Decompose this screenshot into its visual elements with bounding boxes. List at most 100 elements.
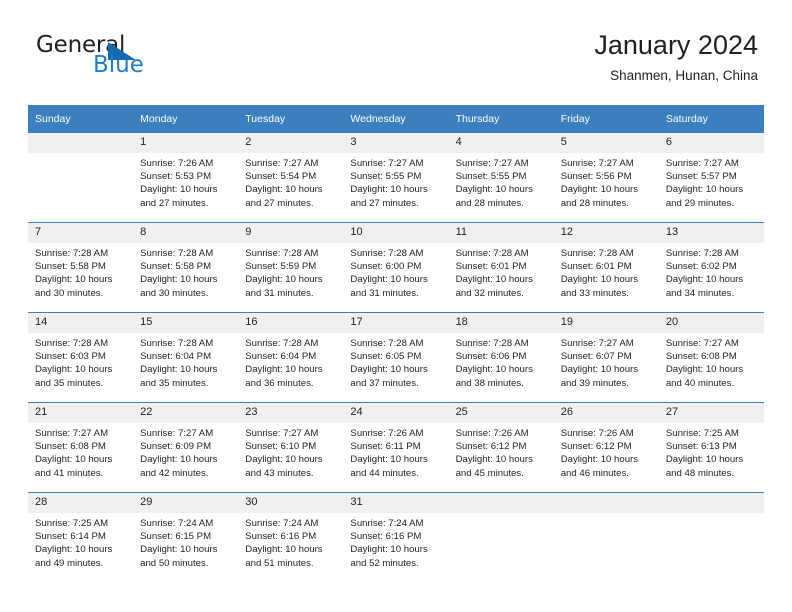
calendar-day-cell[interactable]: 4 Sunrise: 7:27 AM Sunset: 5:55 PM Daylight… xyxy=(448,133,554,223)
daylight-text: Daylight: 10 hours and 41 minutes. xyxy=(35,454,113,479)
sunrise-text: Sunrise: 7:28 AM xyxy=(245,248,319,259)
day-sun-info: Sunrise: 7:27 AM Sunset: 6:07 PM Daylight:… xyxy=(554,333,659,390)
day-sun-info: Sunrise: 7:27 AM Sunset: 6:09 PM Daylight:… xyxy=(133,423,238,480)
daylight-text: Daylight: 10 hours and 37 minutes. xyxy=(350,364,428,389)
calendar-day-cell[interactable]: 16 Sunrise: 7:28 AM Sunset: 6:04 PM Dayligh… xyxy=(238,312,344,403)
day-number: 21 xyxy=(28,403,134,423)
day-cell-inner xyxy=(28,133,134,222)
day-number: 12 xyxy=(553,223,659,243)
day-sun-info: Sunrise: 7:28 AM Sunset: 6:01 PM Daylight:… xyxy=(554,243,659,300)
weekday-header-tuesday: Tuesday xyxy=(238,105,344,133)
calendar-day-cell[interactable]: 30 Sunrise: 7:24 AM Sunset: 6:16 PM Dayligh… xyxy=(238,492,344,582)
sunrise-text: Sunrise: 7:26 AM xyxy=(140,158,214,169)
calendar-day-cell[interactable]: 1 Sunrise: 7:26 AM Sunset: 5:53 PM Daylight… xyxy=(133,133,239,223)
day-sun-info: Sunrise: 7:27 AM Sunset: 6:08 PM Daylight:… xyxy=(28,423,133,480)
day-number: 6 xyxy=(658,133,764,153)
sunrise-text: Sunrise: 7:27 AM xyxy=(245,158,319,169)
day-sun-info xyxy=(28,153,133,157)
calendar-day-cell[interactable]: 9 Sunrise: 7:28 AM Sunset: 5:59 PM Daylight… xyxy=(238,222,344,313)
sunset-text: Sunset: 6:16 PM xyxy=(245,531,317,543)
sunset-text: Sunset: 6:12 PM xyxy=(560,441,632,453)
weekday-header-monday: Monday xyxy=(133,105,239,133)
calendar-day-cell[interactable]: 19 Sunrise: 7:27 AM Sunset: 6:07 PM Dayligh… xyxy=(553,312,659,403)
day-number: 22 xyxy=(133,403,239,423)
day-cell-inner: 15 Sunrise: 7:28 AM Sunset: 6:04 PM Dayligh… xyxy=(133,313,239,402)
sunrise-text: Sunrise: 7:27 AM xyxy=(455,158,529,169)
calendar-day-cell[interactable]: 8 Sunrise: 7:28 AM Sunset: 5:58 PM Daylight… xyxy=(133,222,239,313)
day-number: 14 xyxy=(28,313,134,333)
sunset-text: Sunset: 6:00 PM xyxy=(350,261,422,273)
calendar-day-cell[interactable]: 18 Sunrise: 7:28 AM Sunset: 6:06 PM Dayligh… xyxy=(448,312,554,403)
sunrise-text: Sunrise: 7:28 AM xyxy=(350,338,424,349)
sunrise-text: Sunrise: 7:24 AM xyxy=(140,518,214,529)
day-number: 8 xyxy=(133,223,239,243)
day-cell-inner: 1 Sunrise: 7:26 AM Sunset: 5:53 PM Daylight… xyxy=(133,133,239,222)
calendar-day-cell[interactable]: 31 Sunrise: 7:24 AM Sunset: 6:16 PM Dayligh… xyxy=(343,492,449,582)
calendar-day-cell[interactable]: 28 Sunrise: 7:25 AM Sunset: 6:14 PM Dayligh… xyxy=(28,492,134,582)
sunset-text: Sunset: 6:10 PM xyxy=(245,441,317,453)
day-cell-inner: 30 Sunrise: 7:24 AM Sunset: 6:16 PM Dayligh… xyxy=(238,493,344,582)
sunrise-text: Sunrise: 7:26 AM xyxy=(455,428,529,439)
calendar-day-cell[interactable]: 10 Sunrise: 7:28 AM Sunset: 6:00 PM Dayligh… xyxy=(343,222,449,313)
sunset-text: Sunset: 5:58 PM xyxy=(35,261,106,273)
calendar-day-cell[interactable]: 3 Sunrise: 7:27 AM Sunset: 5:55 PM Daylight… xyxy=(343,133,449,223)
calendar-day-cell[interactable]: 2 Sunrise: 7:27 AM Sunset: 5:54 PM Daylight… xyxy=(238,133,344,223)
calendar-day-cell[interactable]: 7 Sunrise: 7:28 AM Sunset: 5:58 PM Daylight… xyxy=(28,222,134,313)
calendar-day-cell[interactable]: 20 Sunrise: 7:27 AM Sunset: 6:08 PM Dayligh… xyxy=(658,312,764,403)
day-number: 5 xyxy=(553,133,659,153)
weekday-header-saturday: Saturday xyxy=(658,105,764,133)
daylight-text: Daylight: 10 hours and 39 minutes. xyxy=(560,364,639,389)
calendar-day-cell[interactable]: 5 Sunrise: 7:27 AM Sunset: 5:56 PM Daylight… xyxy=(553,133,659,223)
calendar-body: 1 Sunrise: 7:26 AM Sunset: 5:53 PM Daylight… xyxy=(28,133,764,582)
calendar-day-cell[interactable]: 27 Sunrise: 7:25 AM Sunset: 6:13 PM Dayligh… xyxy=(658,402,764,493)
day-sun-info: Sunrise: 7:26 AM Sunset: 5:53 PM Daylight:… xyxy=(133,153,238,210)
calendar-week-row: 21 Sunrise: 7:27 AM Sunset: 6:08 PM Dayligh… xyxy=(28,402,764,493)
calendar-day-cell[interactable]: 12 Sunrise: 7:28 AM Sunset: 6:01 PM Dayligh… xyxy=(553,222,659,313)
daylight-text: Daylight: 10 hours and 36 minutes. xyxy=(245,364,323,389)
day-sun-info: Sunrise: 7:27 AM Sunset: 5:57 PM Daylight:… xyxy=(659,153,764,210)
sunset-text: Sunset: 6:04 PM xyxy=(245,351,317,363)
weekday-header-wednesday: Wednesday xyxy=(343,105,449,133)
day-cell-inner: 23 Sunrise: 7:27 AM Sunset: 6:10 PM Dayligh… xyxy=(238,403,344,492)
calendar-day-cell[interactable]: 6 Sunrise: 7:27 AM Sunset: 5:57 PM Daylight… xyxy=(658,133,764,223)
daylight-text: Daylight: 10 hours and 29 minutes. xyxy=(665,184,744,209)
sunrise-text: Sunrise: 7:24 AM xyxy=(350,518,424,529)
sunset-text: Sunset: 6:01 PM xyxy=(455,261,527,273)
sunrise-text: Sunrise: 7:27 AM xyxy=(560,158,634,169)
calendar-day-cell[interactable]: 26 Sunrise: 7:26 AM Sunset: 6:12 PM Dayligh… xyxy=(553,402,659,493)
calendar-day-cell[interactable]: 14 Sunrise: 7:28 AM Sunset: 6:03 PM Dayligh… xyxy=(28,312,134,403)
day-cell-inner: 12 Sunrise: 7:28 AM Sunset: 6:01 PM Dayligh… xyxy=(553,223,659,312)
day-sun-info: Sunrise: 7:28 AM Sunset: 5:59 PM Daylight:… xyxy=(238,243,343,300)
sunset-text: Sunset: 5:58 PM xyxy=(140,261,212,273)
daylight-text: Daylight: 10 hours and 27 minutes. xyxy=(140,184,218,209)
sunrise-text: Sunrise: 7:26 AM xyxy=(560,428,634,439)
sunrise-text: Sunrise: 7:25 AM xyxy=(665,428,739,439)
sunrise-text: Sunrise: 7:27 AM xyxy=(350,158,424,169)
calendar-day-cell[interactable]: 29 Sunrise: 7:24 AM Sunset: 6:15 PM Dayligh… xyxy=(133,492,239,582)
day-number: 19 xyxy=(553,313,659,333)
day-cell-inner: 22 Sunrise: 7:27 AM Sunset: 6:09 PM Dayligh… xyxy=(133,403,239,492)
sunrise-text: Sunrise: 7:27 AM xyxy=(35,428,109,439)
calendar-day-cell[interactable]: 25 Sunrise: 7:26 AM Sunset: 6:12 PM Dayligh… xyxy=(448,402,554,493)
calendar-day-cell[interactable]: 22 Sunrise: 7:27 AM Sunset: 6:09 PM Dayligh… xyxy=(133,402,239,493)
daylight-text: Daylight: 10 hours and 34 minutes. xyxy=(665,274,744,299)
calendar-day-cell[interactable]: 24 Sunrise: 7:26 AM Sunset: 6:11 PM Dayligh… xyxy=(343,402,449,493)
general-blue-logo[interactable]: General Blue xyxy=(36,32,246,88)
calendar-day-cell[interactable]: 23 Sunrise: 7:27 AM Sunset: 6:10 PM Dayligh… xyxy=(238,402,344,493)
daylight-text: Daylight: 10 hours and 32 minutes. xyxy=(455,274,533,299)
daylight-text: Daylight: 10 hours and 52 minutes. xyxy=(350,544,428,569)
calendar-day-cell[interactable]: 11 Sunrise: 7:28 AM Sunset: 6:01 PM Dayligh… xyxy=(448,222,554,313)
daylight-text: Daylight: 10 hours and 44 minutes. xyxy=(350,454,428,479)
sunset-text: Sunset: 5:54 PM xyxy=(245,171,317,183)
calendar-day-cell[interactable]: 17 Sunrise: 7:28 AM Sunset: 6:05 PM Dayligh… xyxy=(343,312,449,403)
calendar-day-cell[interactable]: 21 Sunrise: 7:27 AM Sunset: 6:08 PM Dayligh… xyxy=(28,402,134,493)
day-cell-inner: 20 Sunrise: 7:27 AM Sunset: 6:08 PM Dayligh… xyxy=(658,313,764,402)
day-number: 10 xyxy=(343,223,449,243)
sunset-text: Sunset: 6:07 PM xyxy=(560,351,632,363)
sunset-text: Sunset: 5:53 PM xyxy=(140,171,212,183)
day-sun-info: Sunrise: 7:27 AM Sunset: 6:08 PM Daylight:… xyxy=(659,333,764,390)
calendar-day-cell[interactable]: 15 Sunrise: 7:28 AM Sunset: 6:04 PM Dayligh… xyxy=(133,312,239,403)
sunset-text: Sunset: 6:04 PM xyxy=(140,351,212,363)
day-number: 28 xyxy=(28,493,134,513)
calendar-day-cell[interactable]: 13 Sunrise: 7:28 AM Sunset: 6:02 PM Dayligh… xyxy=(658,222,764,313)
